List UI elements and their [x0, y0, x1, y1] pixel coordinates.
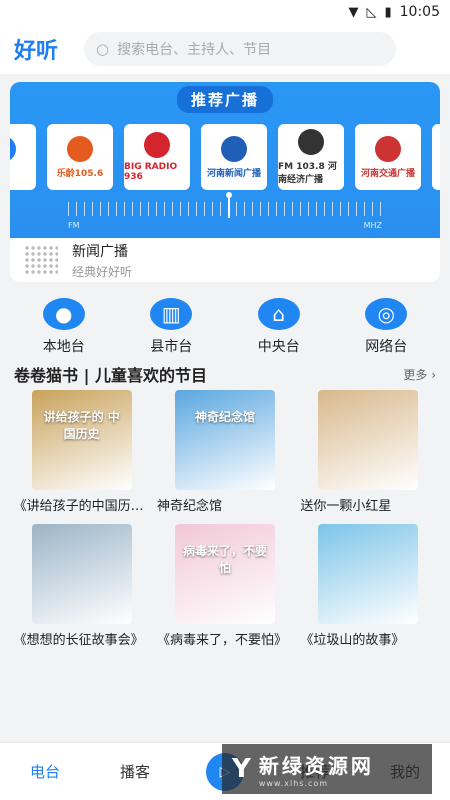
watermark-sub: www.xlhs.com — [258, 779, 329, 788]
program-item[interactable]: 病毒来了，不要怕《病毒来了，不要怕》 — [153, 524, 296, 648]
tuner-fm-label: FM — [68, 221, 80, 230]
now-playing-name: 新闻广播 — [72, 243, 128, 260]
tab-radio[interactable]: 电台 — [0, 761, 90, 782]
program-grid: 讲给孩子的 中国历史 《讲给孩子的中国历史》 神奇纪念馆 神奇纪念馆 送你一颗小红星 《想… — [0, 390, 450, 648]
program-item[interactable]: 讲给孩子的 中国历史《讲给孩子的中国历史》 — [10, 390, 153, 514]
program-title: 《讲给孩子的中国历史》 — [13, 499, 152, 514]
tuner-needle[interactable] — [226, 192, 232, 218]
section-title: 卷卷猫书 | 儿童喜欢的节目 — [14, 366, 207, 385]
now-playing-subtitle: 经典好好听 — [72, 264, 133, 279]
status-bar: ▼ ◺ ▮ 10:05 — [0, 0, 450, 24]
station-tile[interactable]: 播 — [10, 124, 36, 190]
battery-icon: ▮ — [384, 4, 392, 20]
cover-text: 讲给孩子的 中国历史 — [43, 410, 120, 441]
program-cover: 病毒来了，不要怕 — [174, 524, 275, 624]
no-signal-icon: ◺ — [366, 4, 377, 20]
app-logo: 好听 — [14, 39, 59, 64]
house-icon: ⌂ — [257, 298, 300, 330]
now-playing[interactable]: 新闻广播 经典好好听 — [10, 238, 440, 282]
station-tile[interactable]: F — [432, 124, 440, 190]
tuner-scale — [68, 202, 382, 216]
category-network[interactable]: ◎ 网络台 — [346, 298, 426, 356]
station-logo-icon — [144, 132, 170, 158]
category-local[interactable]: ● 本地台 — [24, 298, 104, 356]
building-icon: ▥ — [150, 298, 193, 330]
category-label: 本地台 — [42, 339, 85, 355]
watermark-text: 新绿资源网 — [258, 754, 374, 778]
program-title: 《病毒来了，不要怕》 — [156, 633, 287, 648]
station-name: BIG RADIO 936 — [124, 162, 178, 182]
cover-text: 病毒来了，不要怕 — [182, 544, 267, 575]
tab-podcast[interactable]: 播客 — [90, 761, 180, 782]
station-logo-icon — [298, 129, 324, 155]
search-placeholder: 搜索电台、主持人、节目 — [117, 42, 272, 58]
category-row: ● 本地台 ▥ 县市台 ⌂ 中央台 ◎ 网络台 — [0, 282, 450, 356]
search-input[interactable]: ○ 搜索电台、主持人、节目 — [84, 32, 396, 66]
program-cover — [318, 524, 419, 624]
station-tile[interactable]: 河南新闻广播 — [201, 124, 267, 190]
status-time: 10:05 — [399, 4, 440, 20]
program-cover — [318, 390, 419, 490]
more-link[interactable]: 更多 › — [403, 366, 436, 383]
radio-dots-icon — [24, 245, 58, 275]
program-item[interactable]: 送你一颗小红星 — [297, 390, 440, 514]
signal-icon: ◎ — [365, 298, 408, 330]
wifi-icon: ▼ — [348, 4, 359, 20]
watermark-logo: Y — [232, 754, 251, 784]
station-name: FM 103.8 河南经济广播 — [278, 162, 337, 185]
station-row: 播乐龄105.6 BIG RADIO 936 河南新闻广播 FM 103.8 河南经济… — [10, 124, 440, 190]
cover-text: 神奇纪念馆 — [194, 410, 255, 424]
station-logo-icon — [375, 135, 401, 162]
category-county[interactable]: ▥ 县市台 — [131, 298, 211, 356]
program-title: 神奇纪念馆 — [156, 499, 222, 514]
recommended-radio-card: 推荐广播 播乐龄105.6 BIG RADIO 936 河南新闻广播 FM 103.8… — [10, 82, 440, 282]
top-bar: 好听 ○ 搜索电台、主持人、节目 — [0, 24, 450, 74]
program-item[interactable]: 神奇纪念馆 神奇纪念馆 — [153, 390, 296, 514]
station-logo-icon — [67, 135, 93, 162]
program-cover — [31, 524, 132, 624]
station-name: 河南交通广播 — [360, 168, 415, 179]
station-tile[interactable]: 乐龄105.6 — [47, 124, 113, 190]
radio-carousel: 推荐广播 播乐龄105.6 BIG RADIO 936 河南新闻广播 FM 103.8… — [10, 82, 440, 238]
watermark: Y 新绿资源网 www.xlhs.com — [222, 744, 432, 794]
category-label: 网络台 — [365, 339, 408, 355]
category-label: 中央台 — [257, 339, 300, 355]
program-item[interactable]: 《想想的长征故事会》 — [10, 524, 153, 648]
search-icon: ○ — [96, 40, 110, 58]
station-tile[interactable]: 河南交通广播 — [355, 124, 421, 190]
radio-card-title: 推荐广播 — [176, 86, 274, 113]
section-header: 卷卷猫书 | 儿童喜欢的节目 更多 › — [0, 362, 450, 386]
station-tile[interactable]: FM 103.8 河南经济广播 — [278, 124, 344, 190]
program-cover: 讲给孩子的 中国历史 — [31, 390, 132, 490]
tuner-mhz-label: MHZ — [363, 221, 382, 230]
station-tile[interactable]: BIG RADIO 936 — [124, 124, 190, 190]
location-icon: ● — [42, 298, 85, 330]
program-title: 《想想的长征故事会》 — [13, 633, 144, 648]
tuner-labels: FM MHZ — [68, 221, 382, 230]
program-title: 送你一颗小红星 — [300, 499, 392, 514]
station-logo-icon — [221, 135, 247, 162]
program-title: 《垃圾山的故事》 — [300, 633, 405, 648]
station-name: 河南新闻广播 — [206, 168, 261, 179]
program-cover: 神奇纪念馆 — [174, 390, 275, 490]
station-name: 乐龄105.6 — [56, 168, 104, 179]
station-logo-icon — [10, 135, 16, 162]
program-item[interactable]: 《垃圾山的故事》 — [297, 524, 440, 648]
category-label: 县市台 — [150, 339, 193, 355]
category-central[interactable]: ⌂ 中央台 — [239, 298, 319, 356]
